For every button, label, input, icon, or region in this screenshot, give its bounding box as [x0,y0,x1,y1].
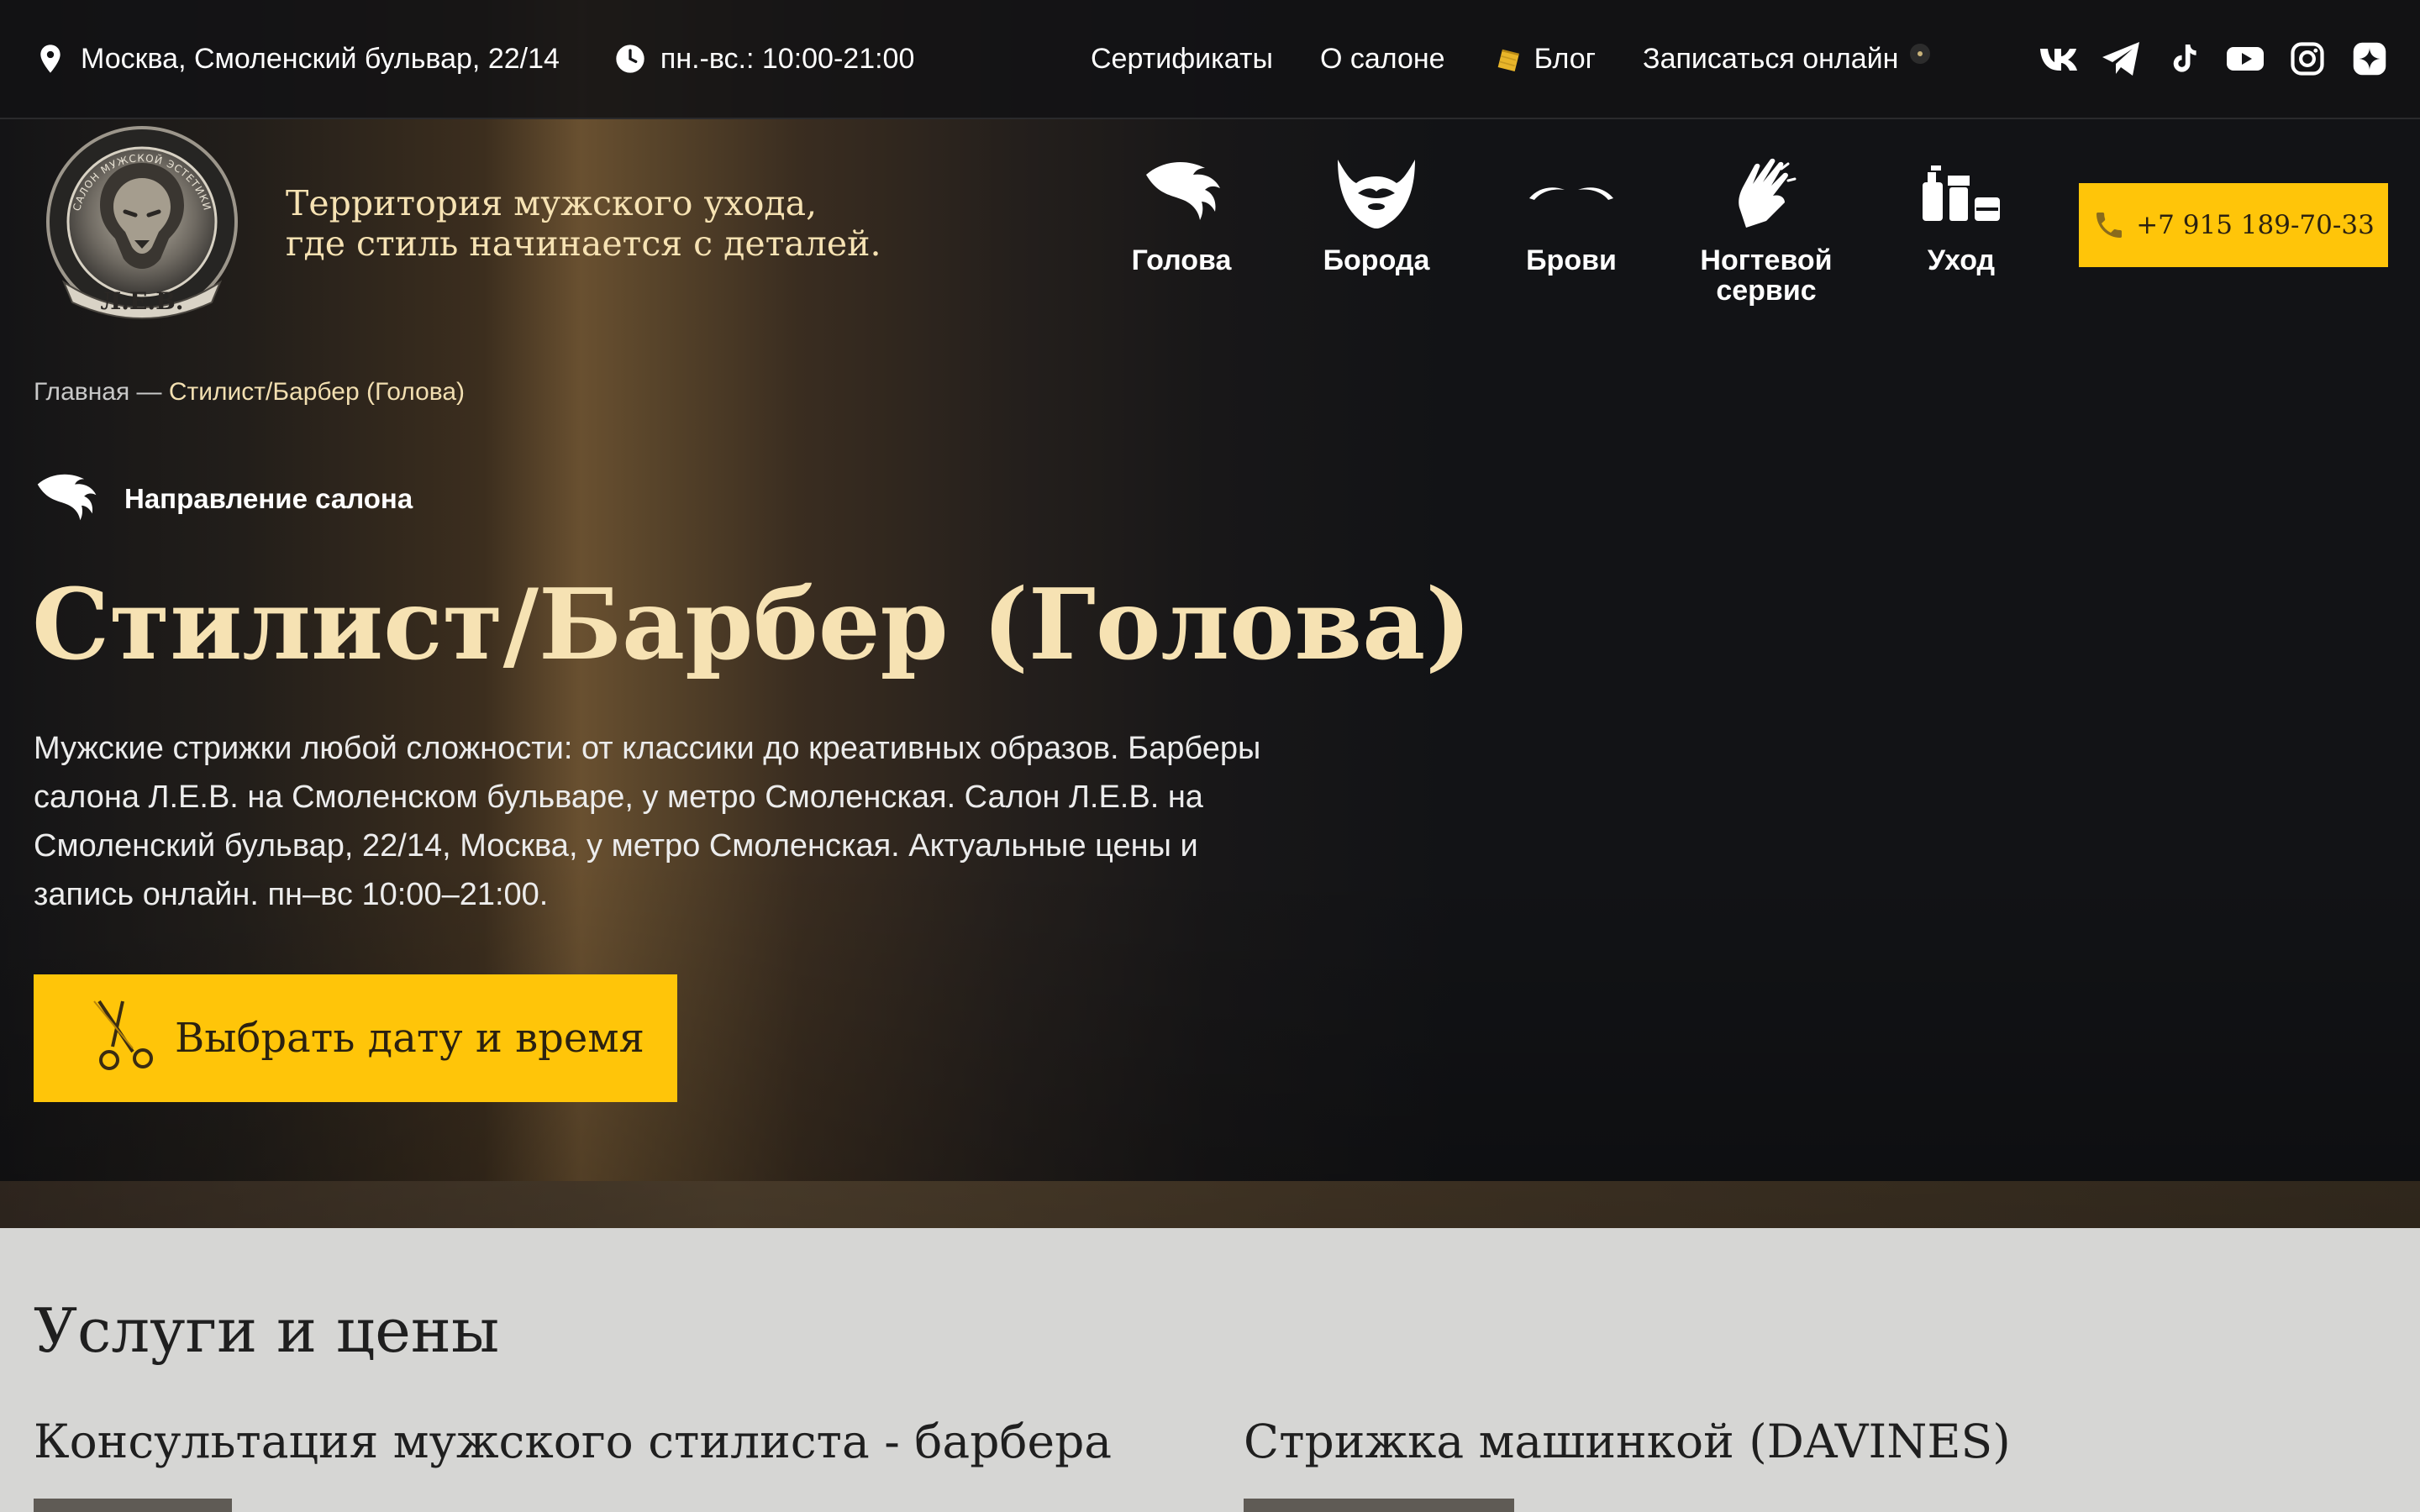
category-care-label: Уход [1927,244,1996,276]
phone-icon [2092,208,2126,242]
clock-icon [613,42,647,76]
choose-date-time-button[interactable]: Выбрать дату и время [34,974,677,1102]
scissors-icon [87,998,163,1079]
location-pin-icon [34,42,67,76]
beard-icon [1326,151,1427,235]
nav-book-online-label: Записаться онлайн [1643,42,1899,75]
category-nails[interactable]: Ногтевой сервис [1669,151,1864,306]
hours-info: пн.-вс.: 10:00-21:00 [613,42,914,76]
nav-blog[interactable]: Блог [1492,42,1596,76]
online-status-icon [1910,44,1931,64]
category-head-label: Голова [1131,244,1232,276]
hair-icon [1131,151,1232,235]
category-head[interactable]: Голова [1084,151,1279,306]
zen-icon[interactable] [2349,39,2390,79]
services-heading: Услуги и цены [34,1295,500,1366]
tagline-line-1: Территория мужского ухода, [286,183,818,223]
nav-about[interactable]: О салоне [1320,43,1445,76]
services-section: Услуги и цены Консультация мужского стил… [0,1228,2420,1512]
hands-icon [1716,151,1817,235]
phone-button[interactable]: +7 915 189-70-33 [2079,183,2388,267]
top-nav: Сертификаты О салоне Блог Записаться онл… [1091,42,1977,76]
address-text: Москва, Смоленский бульвар, 22/14 [81,42,560,75]
address-info[interactable]: Москва, Смоленский бульвар, 22/14 [34,42,560,76]
service-item[interactable]: Стрижка машинкой (DAVINES) [1244,1415,2011,1468]
cta-label: Выбрать дату и время [175,1015,644,1062]
breadcrumb: Главная — Стилист/Барбер (Голова) [34,378,465,407]
phone-number: +7 915 189-70-33 [2136,210,2375,240]
page-description: Мужские стрижки любой сложности: от клас… [34,731,1261,912]
service-item[interactable]: Консультация мужского стилиста - барбера [34,1415,1112,1468]
breadcrumb-home[interactable]: Главная [34,378,129,406]
category-care[interactable]: Уход [1864,151,2059,306]
category-beard-label: Борода [1323,244,1430,276]
breadcrumb-separator: — [129,378,169,406]
nav-certificates[interactable]: Сертификаты [1091,43,1273,76]
category-brows[interactable]: Брови [1474,151,1669,306]
breadcrumb-current: Стилист/Барбер (Голова) [168,378,466,406]
vk-icon[interactable] [2039,39,2079,79]
category-nav: Голова Борода Брови Ногтевой сервис Уход [1084,151,2059,306]
direction-label: Направление салона [124,483,413,514]
service-tag [1244,1499,1514,1512]
hair-icon [34,464,97,534]
tiktok-icon[interactable] [2163,39,2203,79]
care-products-icon [1911,151,2012,235]
top-bar: Москва, Смоленский бульвар, 22/14 пн.-вс… [0,0,2420,119]
salon-direction: Направление салона [34,464,413,534]
tagline: Территория мужского ухода, где стиль нач… [286,183,881,264]
category-nails-label: Ногтевой сервис [1700,244,1833,307]
category-beard[interactable]: Борода [1279,151,1474,306]
tagline-line-2: где стиль начинается с деталей. [286,223,881,264]
page-title: Стилист/Барбер (Голова) [32,568,1472,682]
service-tag [34,1499,232,1512]
youtube-icon[interactable] [2225,39,2265,79]
instagram-icon[interactable] [2287,39,2328,79]
hours-text: пн.-вс.: 10:00-21:00 [660,42,915,75]
eyebrows-icon [1521,151,1622,235]
logo-brand: Л.Е.В. [100,287,183,315]
social-links [2017,39,2390,79]
blog-icon [1492,42,1526,76]
nav-blog-label: Блог [1534,42,1597,75]
salon-logo[interactable]: Л.Е.В. САЛОН МУЖСКОЙ ЭСТЕТИКИ [39,123,245,329]
telegram-icon[interactable] [2101,39,2141,79]
category-brows-label: Брови [1526,244,1617,276]
nav-book-online[interactable]: Записаться онлайн [1643,42,1931,76]
